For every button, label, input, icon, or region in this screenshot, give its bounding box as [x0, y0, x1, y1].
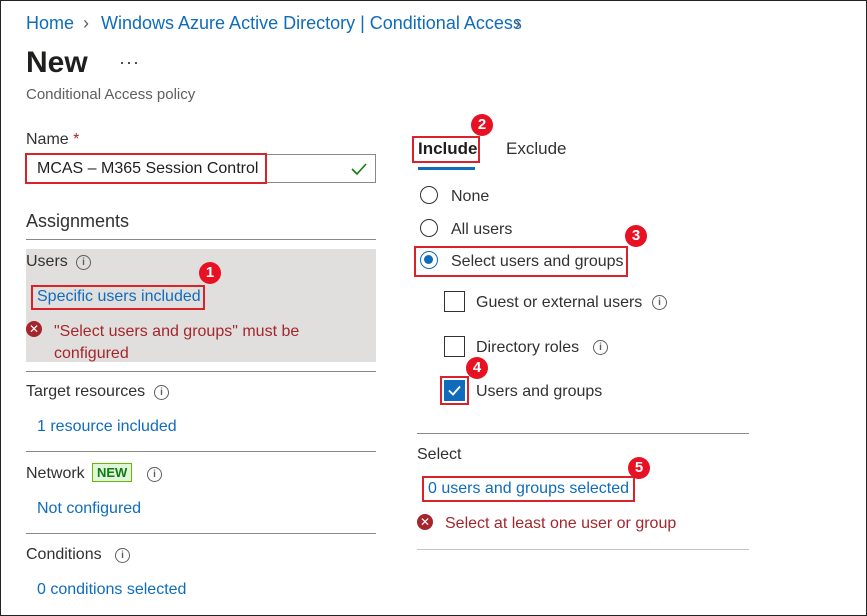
- conditions-label: Conditions: [26, 546, 102, 563]
- divider: [417, 433, 749, 434]
- required-mark: *: [73, 131, 80, 148]
- annotation-badge-2: 2: [471, 114, 493, 136]
- info-icon[interactable]: i: [154, 385, 169, 400]
- annotation-highlight-select-users: [414, 246, 628, 277]
- divider: [26, 533, 376, 534]
- new-badge: NEW: [92, 463, 133, 482]
- chevron-right-icon: ›: [515, 13, 521, 33]
- radio-none[interactable]: [420, 186, 438, 204]
- conditions-link[interactable]: 0 conditions selected: [37, 581, 186, 599]
- annotation-highlight-name: [25, 153, 267, 184]
- checkbox-directory-roles-label: Directory roles: [476, 339, 580, 356]
- annotation-highlight-select-link: [422, 476, 635, 502]
- info-icon[interactable]: i: [147, 467, 162, 482]
- radio-none-label: None: [451, 188, 490, 205]
- divider: [26, 239, 376, 240]
- more-options-icon[interactable]: ···: [119, 52, 140, 73]
- checkbox-guest-label: Guest or external users: [476, 294, 643, 311]
- users-error-message: "Select users and groups" must be config…: [54, 323, 300, 362]
- page-title: New: [26, 46, 88, 79]
- tab-exclude[interactable]: Exclude: [506, 139, 566, 159]
- select-label: Select: [417, 446, 462, 463]
- breadcrumb-page[interactable]: Windows Azure Active Directory | Conditi…: [101, 13, 522, 34]
- breadcrumb-home[interactable]: Home: [26, 13, 74, 34]
- target-resources-link[interactable]: 1 resource included: [37, 418, 177, 436]
- network-link[interactable]: Not configured: [37, 500, 141, 518]
- annotation-highlight-users: [31, 285, 205, 310]
- divider: [417, 549, 749, 550]
- annotation-badge-5: 5: [628, 457, 650, 479]
- annotation-highlight-include: [412, 136, 480, 163]
- name-label-text: Name: [26, 131, 69, 148]
- target-resources-label: Target resources: [26, 383, 146, 400]
- annotation-highlight-checkbox: [440, 376, 469, 405]
- users-label: Users: [26, 253, 68, 270]
- checkmark-icon: [351, 163, 367, 176]
- error-icon: ✕: [417, 514, 433, 530]
- error-icon: ✕: [26, 321, 42, 337]
- checkbox-directory-roles[interactable]: [444, 336, 465, 357]
- checkbox-users-and-groups-label: Users and groups: [476, 383, 603, 400]
- checkbox-guest-external-users[interactable]: [444, 291, 465, 312]
- page-subtitle: Conditional Access policy: [26, 86, 196, 103]
- annotation-badge-1: 1: [199, 262, 221, 284]
- info-icon[interactable]: i: [115, 548, 130, 563]
- assignments-heading: Assignments: [26, 211, 130, 231]
- chevron-right-icon: ›: [83, 13, 89, 33]
- select-error-message: Select at least one user or group: [445, 515, 677, 532]
- info-icon[interactable]: i: [652, 295, 667, 310]
- radio-all-users-label: All users: [451, 221, 513, 238]
- annotation-badge-3: 3: [625, 225, 647, 247]
- radio-all-users[interactable]: [420, 219, 438, 237]
- tab-include-underline: [418, 167, 475, 170]
- divider: [26, 451, 376, 452]
- name-label: Name *: [26, 131, 79, 149]
- network-label: Network: [26, 465, 85, 482]
- info-icon[interactable]: i: [76, 255, 91, 270]
- divider: [26, 371, 376, 372]
- info-icon[interactable]: i: [593, 340, 608, 355]
- annotation-badge-4: 4: [466, 357, 488, 379]
